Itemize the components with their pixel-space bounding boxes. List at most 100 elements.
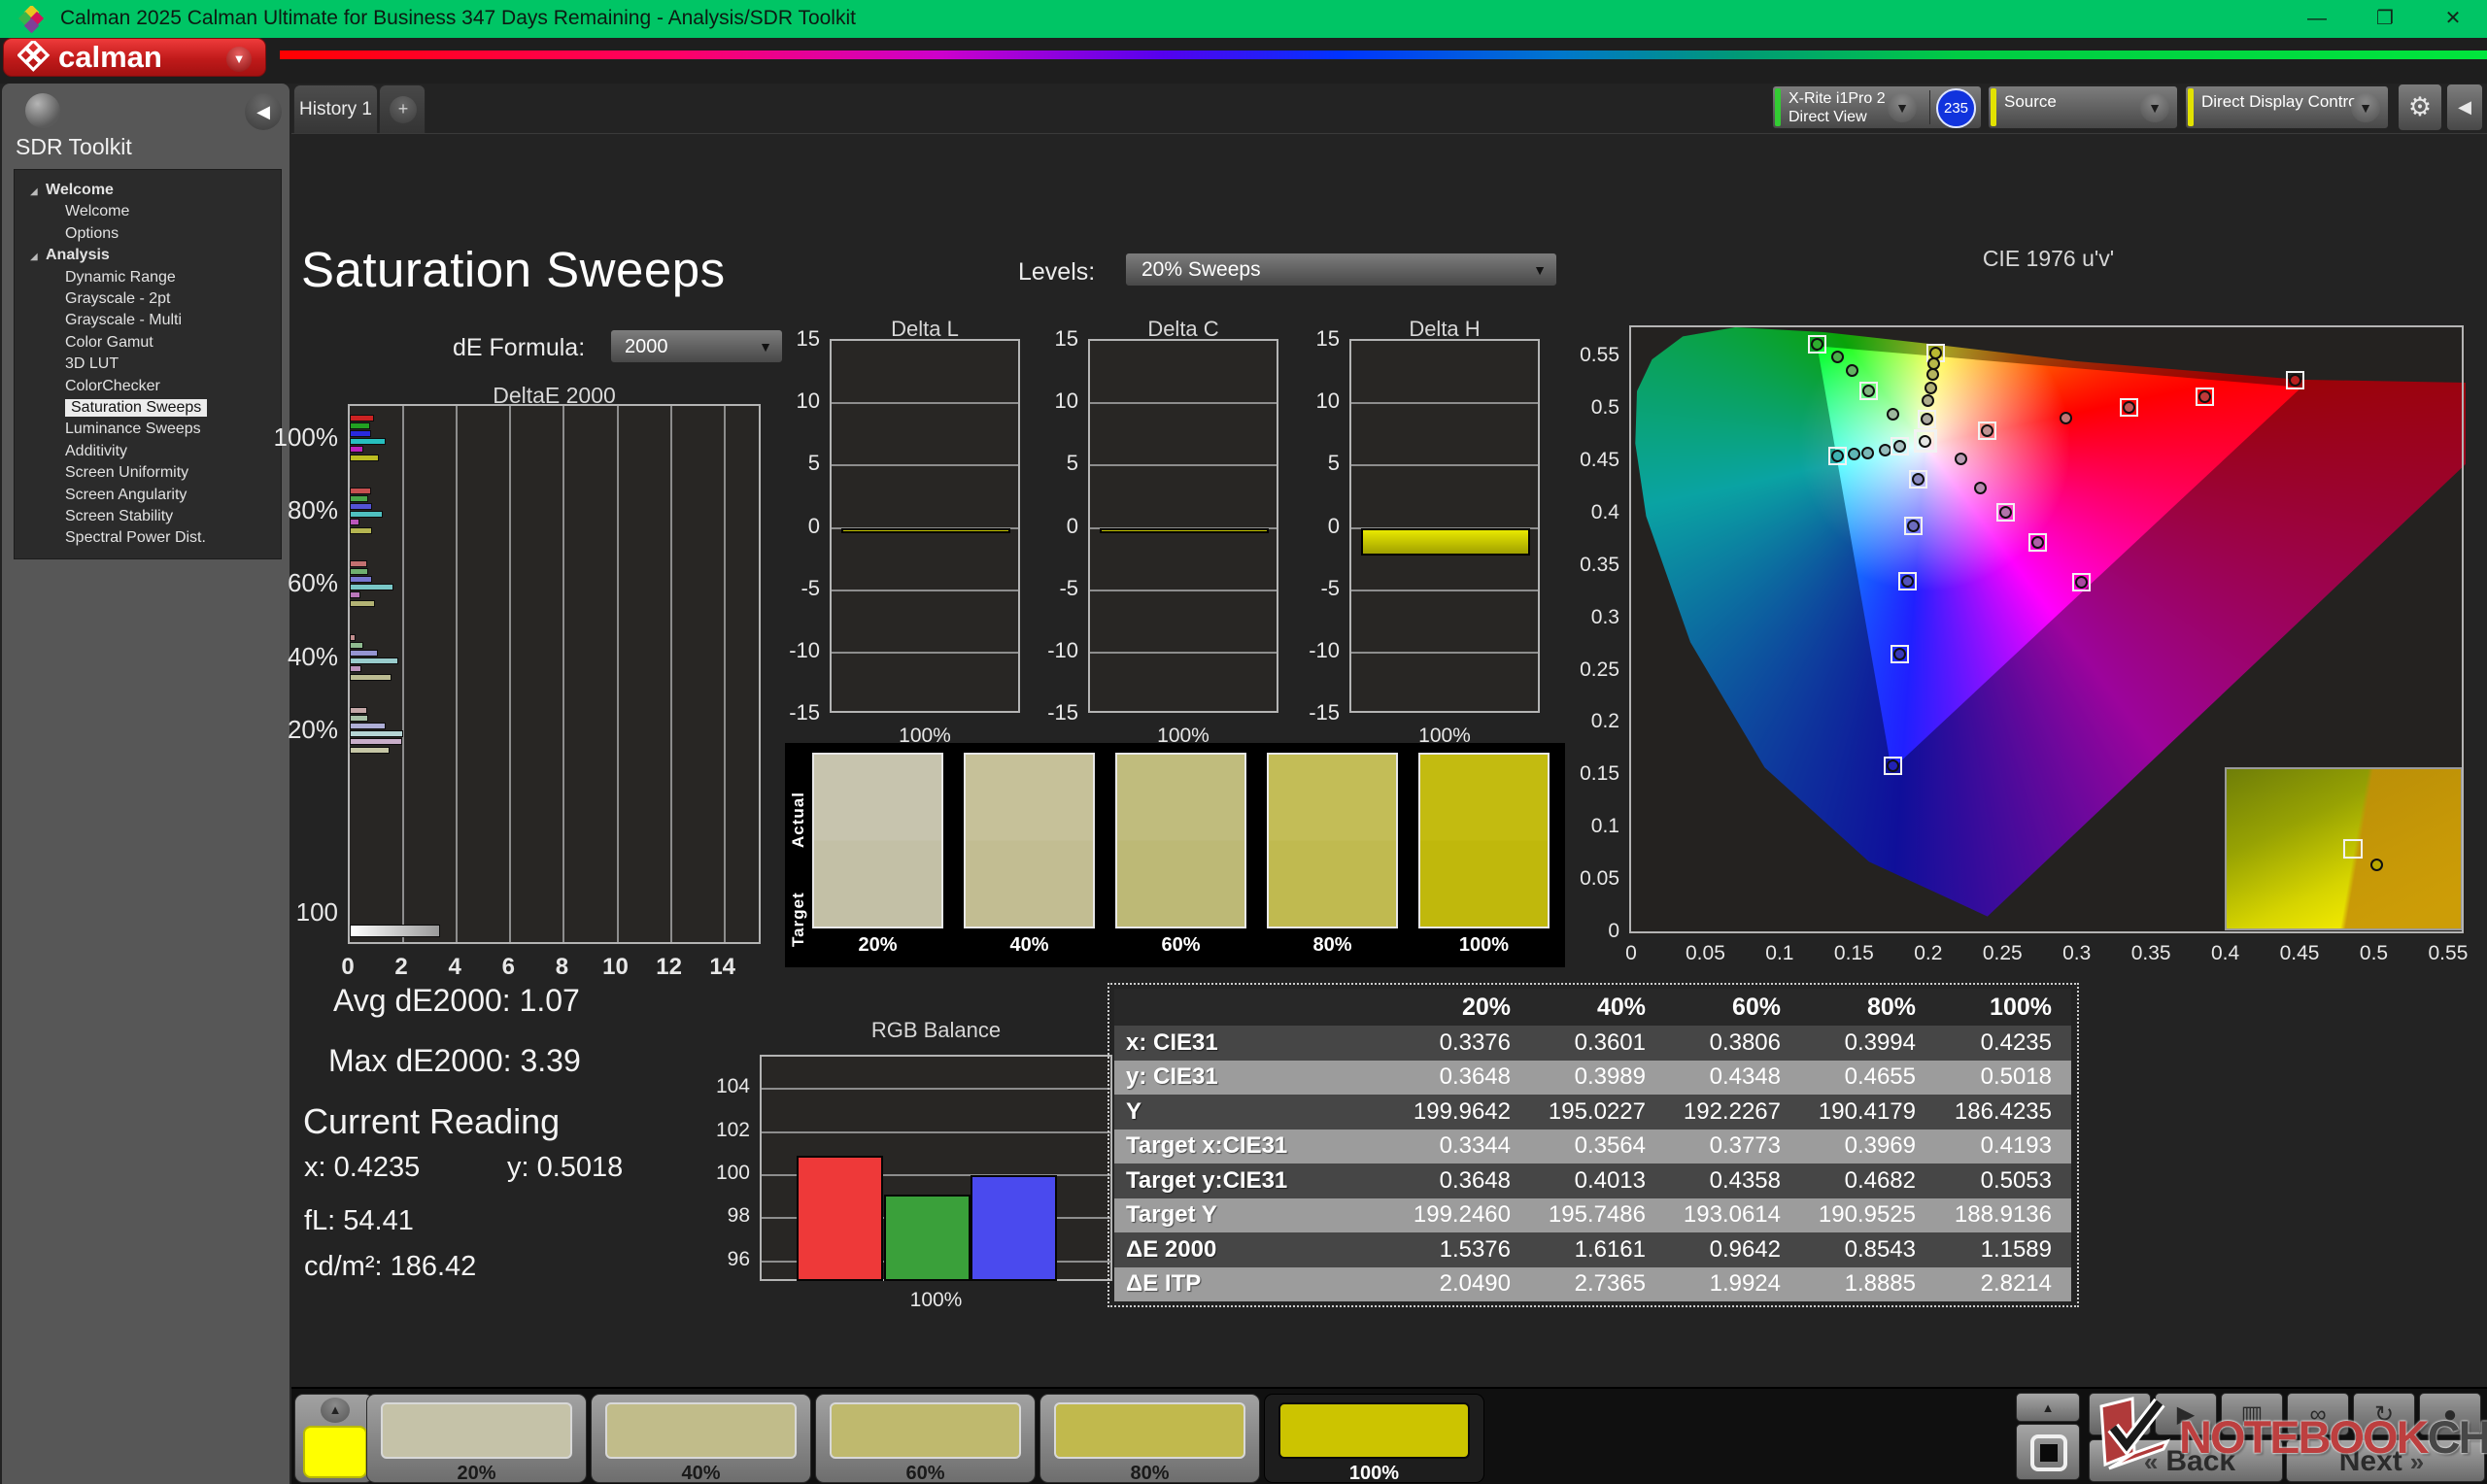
cell-value: 1.5376 — [1391, 1232, 1526, 1267]
reading-cdm2: cd/m²: 186.42 — [304, 1251, 476, 1283]
minimize-icon[interactable]: — — [2300, 6, 2334, 31]
sidebar-item-color-gamut[interactable]: Color Gamut — [65, 334, 153, 352]
levels-dropdown[interactable]: 20% Sweeps ▼ — [1125, 253, 1557, 287]
sidebar-item-additivity[interactable]: Additivity — [65, 443, 127, 460]
cell-value: 40% — [1526, 989, 1661, 1026]
sidebar-item-luminance-sweeps[interactable]: Luminance Sweeps — [65, 421, 201, 438]
cie-measured-point — [1893, 648, 1906, 660]
y-tick: -5 — [1283, 576, 1340, 601]
swatch-label: 60% — [1115, 934, 1246, 957]
de-formula-label: dE Formula: — [453, 334, 585, 362]
sidebar-indicator-button[interactable] — [25, 93, 60, 128]
measurement-table[interactable]: 20%40%60%80%100%x: CIE310.33760.36010.38… — [1107, 983, 2079, 1307]
pattern-label: 80% — [1040, 1463, 1259, 1484]
cie-y-tick: 0.05 — [1561, 867, 1619, 891]
cell-value: 0.9642 — [1661, 1232, 1796, 1267]
gear-icon[interactable]: ⚙ — [2398, 84, 2442, 131]
sidebar-item-dynamic-range[interactable]: Dynamic Range — [65, 269, 176, 287]
sidebar-item-welcome[interactable]: Welcome — [46, 182, 114, 199]
cie-y-tick: 0.15 — [1561, 762, 1619, 786]
cell-value: 0.3601 — [1526, 1026, 1661, 1061]
cell-value: 0.4193 — [1931, 1130, 2067, 1164]
pattern-button-20%[interactable]: 20% — [366, 1394, 587, 1483]
sidebar-item-saturation-sweeps[interactable]: Saturation Sweeps — [65, 399, 207, 417]
gridline — [617, 406, 619, 942]
de-formula-dropdown[interactable]: 2000 ▼ — [610, 329, 783, 363]
cie-x-tick: 0.05 — [1672, 942, 1738, 965]
infinity-icon[interactable]: ∞ — [2287, 1393, 2349, 1435]
sidebar-item-screen-angularity[interactable]: Screen Angularity — [65, 487, 187, 504]
meter-count-badge[interactable]: 235 — [1936, 88, 1976, 128]
tree-expander-icon[interactable]: ◢ — [30, 186, 38, 197]
y-tick: 10 — [1022, 388, 1078, 414]
cell-value: 199.9642 — [1391, 1095, 1526, 1130]
back-button[interactable]: «Back — [2089, 1439, 2283, 1482]
sidebar-item-colorchecker[interactable]: ColorChecker — [65, 378, 160, 395]
delta-plot-area — [830, 339, 1020, 713]
sidebar-item-grayscale-multi[interactable]: Grayscale - Multi — [65, 312, 182, 329]
sidebar-item-3d-lut[interactable]: 3D LUT — [65, 355, 119, 373]
cell-value: 190.9525 — [1796, 1198, 1931, 1233]
row-label: ΔE 2000 — [1114, 1232, 1391, 1267]
sample-pattern-button[interactable]: ▲ — [294, 1394, 374, 1483]
gridline — [562, 406, 564, 942]
meter-mode: Direct View — [1789, 109, 1867, 126]
levels-label: Levels: — [1018, 258, 1095, 287]
deltae-bar — [350, 600, 375, 607]
cell-value: 1.6161 — [1526, 1232, 1661, 1267]
pattern-button-60%[interactable]: 60% — [815, 1394, 1036, 1483]
window-title: Calman 2025 Calman Ultimate for Business… — [60, 7, 856, 30]
sidebar-item-analysis[interactable]: Analysis — [46, 247, 110, 264]
cie-x-tick: 0.2 — [1895, 942, 1961, 965]
green-bar — [884, 1195, 971, 1281]
deltae-bar — [350, 488, 371, 494]
collapse-panel-icon[interactable]: ◀ — [2446, 84, 2483, 131]
gridline — [1090, 402, 1277, 404]
display-control-dropdown[interactable]: Direct Display Control ▼ — [2185, 85, 2389, 129]
sidebar-item-options[interactable]: Options — [65, 225, 119, 243]
pattern-button-80%[interactable]: 80% — [1039, 1394, 1260, 1483]
refresh-icon[interactable]: ↻ — [2353, 1393, 2415, 1435]
add-tab-button[interactable]: + — [379, 84, 426, 133]
stop-icon[interactable]: ■ — [2089, 1393, 2151, 1435]
stop-button[interactable] — [2016, 1424, 2080, 1480]
logo-dropdown-icon[interactable]: ▼ — [226, 47, 252, 72]
cie-chart-title: CIE 1976 u'v' — [1631, 246, 2466, 272]
chevron-down-icon[interactable]: ▼ — [2351, 93, 2380, 122]
cell-value: 0.8543 — [1796, 1232, 1931, 1267]
collapse-up-button[interactable]: ▲ — [2016, 1393, 2080, 1422]
sidebar-item-spectral-power-dist-[interactable]: Spectral Power Dist. — [65, 529, 206, 547]
sidebar-item-screen-stability[interactable]: Screen Stability — [65, 508, 173, 525]
y-tick: 0 — [1022, 514, 1078, 539]
cie-measured-point — [1999, 506, 2012, 519]
sidebar-item-screen-uniformity[interactable]: Screen Uniformity — [65, 464, 188, 482]
sidebar-collapse-icon[interactable]: ◀ — [245, 93, 282, 130]
tab-history-1[interactable]: History 1 — [293, 84, 378, 133]
table-row: Target Y199.2460195.7486193.0614190.9525… — [1114, 1198, 2071, 1233]
calman-logo-button[interactable]: calman ▼ — [3, 38, 266, 77]
play-icon[interactable]: ▶ — [2155, 1393, 2217, 1435]
next-button[interactable]: Next» — [2286, 1439, 2485, 1482]
cell-value: 2.7365 — [1526, 1267, 1661, 1302]
current-reading-label: Current Reading — [303, 1101, 560, 1142]
source-dropdown[interactable]: Source ▼ — [1988, 85, 2178, 129]
histogram-icon[interactable]: ▥ — [2221, 1393, 2283, 1435]
sidebar-item-welcome[interactable]: Welcome — [65, 203, 129, 220]
sidebar-item-grayscale-2pt[interactable]: Grayscale - 2pt — [65, 290, 170, 308]
chevron-down-icon[interactable]: ▼ — [1888, 93, 1917, 122]
pattern-button-100%[interactable]: 100% — [1264, 1394, 1484, 1483]
chevron-down-icon[interactable]: ▼ — [2140, 93, 2169, 122]
record-icon[interactable]: ● — [2419, 1393, 2481, 1435]
restore-icon[interactable]: ❐ — [2368, 6, 2402, 31]
swatch-100% — [1418, 753, 1550, 928]
cie-x-tick: 0.15 — [1821, 942, 1887, 965]
close-icon[interactable]: ✕ — [2436, 6, 2470, 31]
meter-dropdown[interactable]: X-Rite i1Pro 2 Direct View ▼ 235 — [1772, 85, 1982, 129]
cell-value: 0.5053 — [1931, 1164, 2067, 1198]
pattern-button-40%[interactable]: 40% — [591, 1394, 811, 1483]
cie-measured-point — [1879, 444, 1891, 456]
actual-row-label: Actual — [789, 760, 808, 848]
group-label: 60% — [231, 568, 338, 598]
x-tick: 14 — [703, 954, 742, 981]
tree-expander-icon[interactable]: ◢ — [30, 252, 38, 262]
